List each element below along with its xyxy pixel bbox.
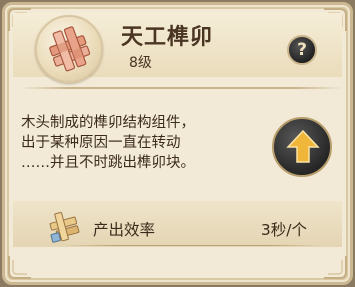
description-line: 木头制成的榫卯结构组件， [21, 115, 195, 131]
item-description: 木头制成的榫卯结构组件， 出于某种原因一直在转动 ……并且不时跳出榫卯块。 [21, 113, 251, 173]
item-title: 天工榫卯 [121, 25, 214, 50]
description-line: 出于某种原因一直在转动 [21, 135, 181, 151]
question-mark-icon: ? [297, 40, 307, 60]
upgrade-button[interactable] [272, 117, 332, 177]
stat-label: 产出效率 [93, 221, 156, 239]
description-line: ……并且不时跳出榫卯块。 [21, 155, 195, 171]
item-icon-frame [35, 15, 103, 83]
up-arrow-icon [286, 129, 320, 163]
stat-value: 3秒/个 [260, 221, 307, 239]
corner-ornament [322, 254, 348, 280]
mortise-tenon-icon [49, 26, 91, 72]
item-info-panel: 天工榫卯 8级 ? 木头制成的榫卯结构组件， 出于某种原因一直在转动 ……并且不… [2, 2, 353, 285]
wood-block-icon [49, 211, 80, 243]
corner-ornament [7, 254, 33, 280]
help-button[interactable]: ? [287, 35, 317, 65]
divider [19, 87, 344, 89]
divider [63, 245, 321, 246]
item-level: 8级 [129, 55, 152, 71]
